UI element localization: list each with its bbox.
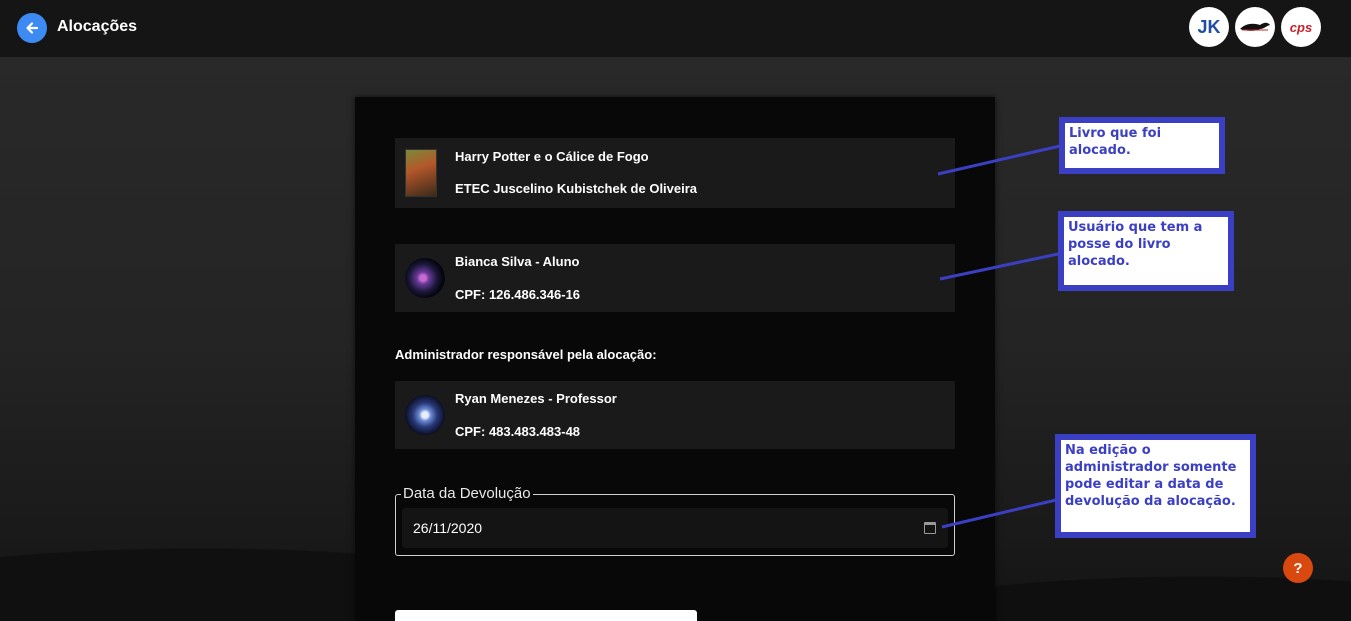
admin-name: Ryan Menezes - Professor [455, 391, 617, 406]
etec-logo: JK [1189, 7, 1229, 47]
user-avatar [405, 258, 445, 298]
allocation-detail-panel: Harry Potter e o Cálice de Fogo ETEC Jus… [355, 97, 995, 621]
calendar-icon[interactable] [924, 522, 936, 534]
mascot-logo [1235, 7, 1275, 47]
book-title: Harry Potter e o Cálice de Fogo [455, 149, 649, 164]
admin-card: Ryan Menezes - Professor CPF: 483.483.48… [395, 381, 955, 449]
admin-section-label: Administrador responsável pela alocação: [395, 347, 657, 362]
submit-button[interactable] [395, 610, 697, 621]
user-card: Bianca Silva - Aluno CPF: 126.486.346-16 [395, 244, 955, 312]
admin-cpf: CPF: 483.483.483-48 [455, 424, 581, 439]
arrow-left-icon [26, 22, 39, 34]
book-cover-image [405, 149, 437, 197]
return-date-legend: Data da Devolução [401, 485, 533, 502]
cps-logo: cps [1281, 7, 1321, 47]
admin-avatar [405, 395, 445, 435]
return-date-fieldset: Data da Devolução 26/11/2020 [395, 485, 955, 556]
return-date-value: 26/11/2020 [413, 520, 483, 536]
book-card: Harry Potter e o Cálice de Fogo ETEC Jus… [395, 138, 955, 208]
book-school: ETEC Juscelino Kubistchek de Oliveira [455, 181, 698, 196]
user-cpf: CPF: 126.486.346-16 [455, 287, 581, 302]
user-name: Bianca Silva - Aluno [455, 254, 580, 269]
institution-logos: JK cps [1189, 7, 1321, 47]
top-app-bar: Alocações JK cps [0, 0, 1351, 57]
return-date-input[interactable]: 26/11/2020 [402, 508, 948, 548]
help-button[interactable]: ? [1283, 553, 1313, 583]
user-annotation: Usuário que tem a posse do livro alocado… [1058, 211, 1234, 291]
page-title: Alocações [57, 18, 138, 35]
panther-icon [1240, 22, 1270, 31]
book-annotation: Livro que foi alocado. [1059, 117, 1225, 174]
edit-annotation: Na edição o administrador somente pode e… [1055, 434, 1256, 538]
back-button[interactable] [17, 13, 47, 43]
